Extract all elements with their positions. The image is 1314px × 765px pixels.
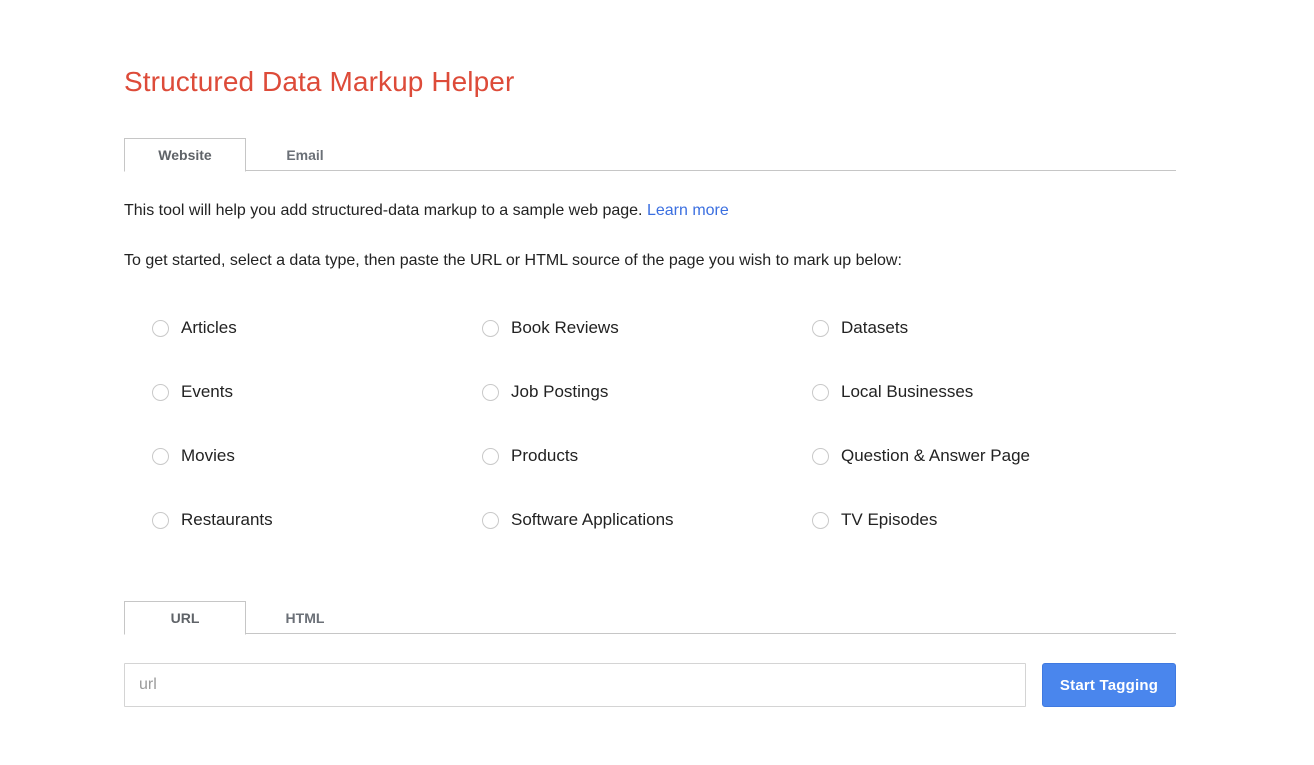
radio-label: Products [511, 446, 579, 465]
radio-icon[interactable] [482, 447, 499, 465]
radio-label: Local Businesses [841, 382, 974, 401]
radio-label: Datasets [841, 318, 909, 337]
radio-option-datasets[interactable]: Datasets [812, 312, 1176, 344]
radio-label: Question & Answer Page [841, 446, 1031, 465]
tab-email[interactable]: Email [246, 138, 364, 171]
source-input-row: Start Tagging [124, 663, 1176, 707]
learn-more-link[interactable]: Learn more [647, 202, 729, 219]
intro-paragraph-2: To get started, select a data type, then… [124, 252, 902, 269]
radio-option-tv-episodes[interactable]: TV Episodes [812, 504, 1176, 536]
radio-option-products[interactable]: Products [482, 440, 812, 472]
radio-label: Software Applications [511, 510, 674, 529]
radio-option-software-applications[interactable]: Software Applications [482, 504, 812, 536]
radio-icon[interactable] [152, 447, 169, 465]
radio-icon[interactable] [152, 383, 169, 401]
radio-label: TV Episodes [841, 510, 938, 529]
tab-html[interactable]: HTML [246, 601, 364, 634]
radio-icon[interactable] [812, 511, 829, 529]
radio-icon[interactable] [152, 319, 169, 337]
radio-icon[interactable] [812, 319, 829, 337]
radio-option-articles[interactable]: Articles [152, 312, 482, 344]
radio-option-book-reviews[interactable]: Book Reviews [482, 312, 812, 344]
radio-option-question-answer-page[interactable]: Question & Answer Page [812, 440, 1176, 472]
data-type-options: Articles Book Reviews Datasets Events Jo… [152, 312, 1176, 568]
radio-icon[interactable] [482, 383, 499, 401]
radio-option-restaurants[interactable]: Restaurants [152, 504, 482, 536]
intro-text-1: This tool will help you add structured-d… [124, 202, 647, 219]
primary-tabstrip: Website Email [124, 137, 1176, 172]
radio-icon[interactable] [482, 511, 499, 529]
radio-icon[interactable] [482, 319, 499, 337]
page-title: Structured Data Markup Helper [124, 66, 515, 97]
radio-label: Book Reviews [511, 318, 619, 337]
radio-label: Restaurants [181, 510, 273, 529]
radio-icon[interactable] [152, 511, 169, 529]
radio-option-movies[interactable]: Movies [152, 440, 482, 472]
source-tabstrip: URL HTML [124, 600, 1176, 635]
intro-paragraph-1: This tool will help you add structured-d… [124, 202, 729, 220]
start-tagging-button[interactable]: Start Tagging [1042, 663, 1176, 707]
radio-icon[interactable] [812, 447, 829, 465]
radio-option-local-businesses[interactable]: Local Businesses [812, 376, 1176, 408]
radio-label: Job Postings [511, 382, 609, 401]
tab-url[interactable]: URL [124, 601, 246, 635]
radio-icon[interactable] [812, 383, 829, 401]
radio-option-job-postings[interactable]: Job Postings [482, 376, 812, 408]
radio-option-events[interactable]: Events [152, 376, 482, 408]
url-input[interactable] [124, 663, 1026, 707]
radio-label: Movies [181, 446, 235, 465]
radio-label: Events [181, 382, 233, 401]
tab-website[interactable]: Website [124, 138, 246, 172]
radio-label: Articles [181, 318, 237, 337]
